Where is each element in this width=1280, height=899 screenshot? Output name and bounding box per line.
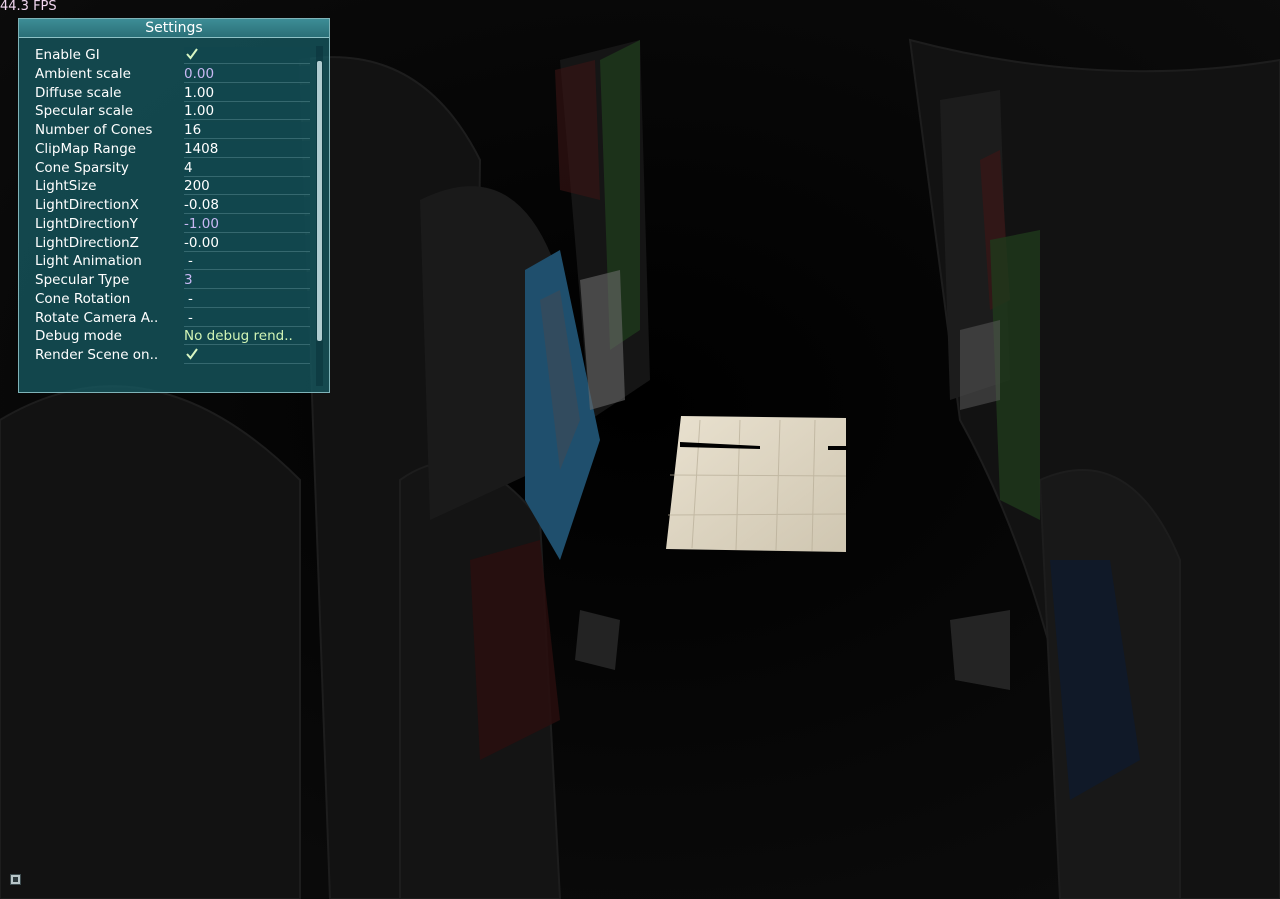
setting-row-light-animation[interactable]: Light Animation - (29, 252, 311, 271)
settings-panel[interactable]: Settings Enable GI Ambient scale 0.00 Di… (18, 18, 330, 393)
specular-scale-value[interactable]: 1.00 (184, 103, 310, 121)
setting-label: Ambient scale (35, 65, 131, 82)
light-animation-button[interactable]: - (184, 253, 310, 271)
setting-label: Enable GI (35, 47, 100, 63)
check-icon (186, 348, 198, 360)
setting-row-clipmap-range[interactable]: ClipMap Range 1408 (29, 140, 311, 159)
setting-row-specular-scale[interactable]: Specular scale 1.00 (29, 102, 311, 121)
setting-row-render-scene[interactable]: Render Scene on.. (29, 346, 311, 365)
setting-row-lightdirection-y[interactable]: LightDirectionY -1.00 (29, 215, 311, 234)
enable-gi-checkbox[interactable] (184, 47, 310, 64)
cone-rotation-dash: - (188, 290, 193, 307)
setting-label: ClipMap Range (35, 140, 137, 157)
setting-row-diffuse-scale[interactable]: Diffuse scale 1.00 (29, 84, 311, 103)
ambient-scale-value[interactable]: 0.00 (184, 65, 310, 83)
lightsize-value[interactable]: 200 (184, 178, 310, 196)
setting-row-lightsize[interactable]: LightSize 200 (29, 177, 311, 196)
rotate-camera-button[interactable]: - (184, 309, 310, 327)
setting-label: Render Scene on.. (35, 347, 159, 363)
setting-row-lightdirection-z[interactable]: LightDirectionZ -0.00 (29, 234, 311, 253)
specular-type-value[interactable]: 3 (184, 272, 310, 289)
light-animation-dash: - (188, 253, 193, 270)
setting-label: Light Animation (35, 253, 142, 270)
cone-rotation-button[interactable]: - (184, 290, 310, 308)
rotate-camera-dash: - (188, 309, 193, 326)
render-scene-checkbox[interactable] (184, 347, 310, 364)
diffuse-scale-value[interactable]: 1.00 (184, 84, 310, 102)
setting-label: Specular Type (35, 272, 130, 288)
number-of-cones-value[interactable]: 16 (184, 122, 310, 139)
clipmap-range-value[interactable]: 1408 (184, 140, 310, 158)
setting-label: Specular scale (35, 103, 134, 120)
lightdirection-z-value[interactable]: -0.00 (184, 234, 310, 252)
setting-label: Cone Rotation (35, 290, 131, 307)
setting-label: Number of Cones (35, 122, 153, 138)
setting-label: Debug mode (35, 328, 122, 345)
help-icon[interactable] (10, 874, 21, 885)
cone-sparsity-value[interactable]: 4 (184, 159, 310, 177)
fps-counter: 44.3 FPS (0, 0, 57, 14)
lightdirection-y-value[interactable]: -1.00 (184, 215, 310, 233)
setting-row-enable-gi[interactable]: Enable GI (29, 46, 311, 65)
setting-label: LightDirectionY (35, 215, 138, 232)
setting-row-specular-type[interactable]: Specular Type 3 (29, 271, 311, 290)
setting-row-ambient-scale[interactable]: Ambient scale 0.00 (29, 65, 311, 84)
setting-label: Rotate Camera A.. (35, 309, 159, 326)
setting-row-cone-sparsity[interactable]: Cone Sparsity 4 (29, 159, 311, 178)
scrollbar-thumb[interactable] (317, 61, 322, 341)
setting-label: LightSize (35, 178, 97, 195)
settings-title[interactable]: Settings (19, 19, 329, 38)
setting-row-lightdirection-x[interactable]: LightDirectionX -0.08 (29, 196, 311, 215)
lightdirection-x-value[interactable]: -0.08 (184, 197, 310, 214)
setting-row-cone-rotation[interactable]: Cone Rotation - (29, 290, 311, 309)
debug-mode-dropdown[interactable]: No debug rend.. (184, 328, 310, 346)
setting-row-rotate-camera[interactable]: Rotate Camera A.. - (29, 309, 311, 328)
setting-label: LightDirectionZ (35, 234, 139, 251)
setting-row-debug-mode[interactable]: Debug mode No debug rend.. (29, 327, 311, 346)
setting-label: LightDirectionX (35, 197, 139, 213)
setting-label: Diffuse scale (35, 84, 122, 101)
setting-label: Cone Sparsity (35, 159, 129, 176)
setting-row-number-of-cones[interactable]: Number of Cones 16 (29, 121, 311, 140)
settings-list: Enable GI Ambient scale 0.00 Diffuse sca… (29, 46, 311, 365)
check-icon (186, 48, 198, 60)
